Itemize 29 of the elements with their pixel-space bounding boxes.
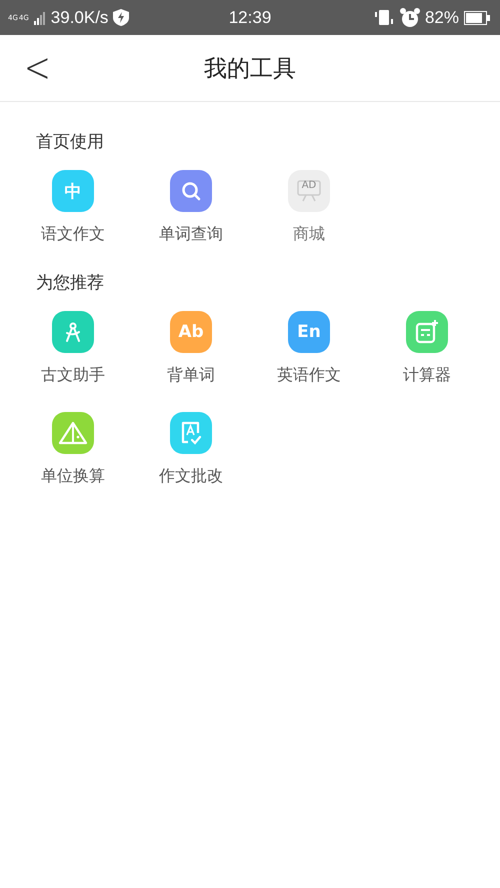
- tool-label: 作文批改: [159, 467, 223, 485]
- tool-label: 古文助手: [41, 366, 105, 384]
- tool-label: 计算器: [403, 366, 451, 384]
- tool-icon[interactable]: Ab: [170, 311, 212, 353]
- tool-icon[interactable]: [170, 170, 212, 212]
- tool-icon[interactable]: [406, 311, 448, 353]
- tool-icon[interactable]: [52, 311, 94, 353]
- section-title: 首页使用: [36, 131, 105, 154]
- tool-label: 商城: [293, 225, 325, 243]
- page-title: 我的工具: [204, 54, 296, 84]
- section-title: 为您推荐: [36, 272, 105, 295]
- tool-label: 背单词: [167, 366, 215, 384]
- signal-icon: [34, 10, 46, 24]
- clock: 12:39: [228, 8, 272, 28]
- shield-icon: [113, 9, 130, 26]
- alarm-icon: [400, 8, 420, 28]
- tool-icon[interactable]: [170, 412, 212, 454]
- battery-icon: [464, 10, 490, 24]
- battery-percent: 82%: [424, 8, 459, 28]
- tool-icon[interactable]: [52, 412, 94, 454]
- tool-label: 英语作文: [277, 366, 341, 384]
- vibrate-icon: [374, 9, 395, 26]
- tool-icon[interactable]: 中: [52, 170, 94, 212]
- tool-label: 单词查询: [159, 225, 223, 243]
- tool-icon[interactable]: En: [288, 311, 330, 353]
- back-button[interactable]: <: [18, 44, 57, 90]
- network-speed: 39.0K/s: [50, 8, 108, 28]
- tool-label: 语文作文: [41, 225, 105, 243]
- tool-label: 单位换算: [41, 467, 105, 485]
